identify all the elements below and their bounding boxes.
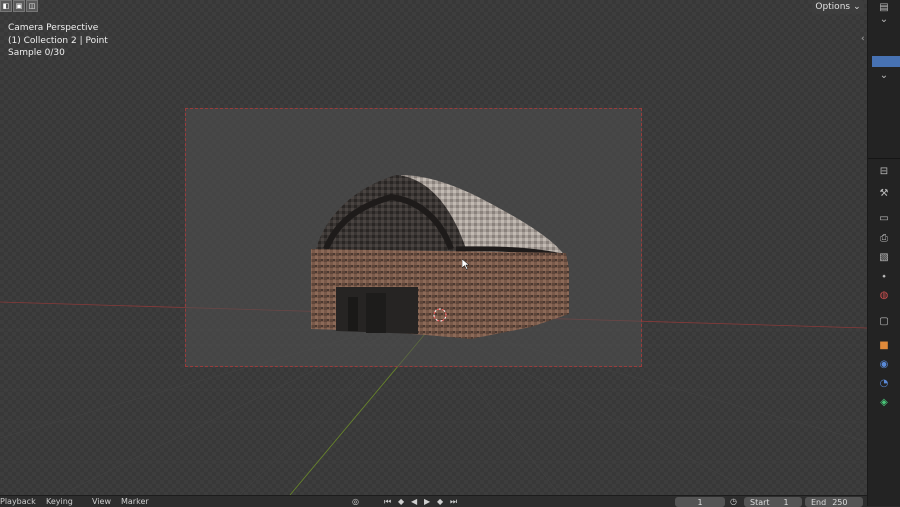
next-keyframe-icon[interactable]: ◆ (437, 497, 443, 506)
camera-frame (185, 108, 642, 367)
play-icon[interactable]: ▶ (424, 497, 430, 506)
current-frame-value: 1 (697, 497, 703, 507)
timeline-header: Playback Keying View Marker ◎ ⏮ ◆ ◀ ▶ ◆ … (0, 495, 867, 507)
mode-icon[interactable]: ◧ (0, 0, 12, 12)
viewport-info-overlay: Camera Perspective (1) Collection 2 | Po… (8, 22, 108, 60)
play-reverse-icon[interactable]: ◀ (411, 497, 417, 506)
start-value: 1 (783, 497, 789, 507)
scene-icon[interactable]: ⬩ (875, 269, 893, 283)
select-icon[interactable]: ▣ (13, 0, 25, 12)
end-label: End (811, 497, 827, 507)
menu-keying[interactable]: Keying (46, 497, 73, 506)
end-value: 250 (832, 497, 848, 507)
collection-text: (1) Collection 2 | Point (8, 35, 108, 46)
output-icon[interactable]: ⎙ (875, 231, 893, 245)
menu-playback[interactable]: Playback (0, 497, 36, 506)
prev-keyframe-icon[interactable]: ◆ (398, 497, 404, 506)
view-layer-icon[interactable]: ▧ (875, 250, 893, 264)
active-outliner-row[interactable] (872, 56, 900, 67)
3d-viewport[interactable]: ◧ ▣ ◫ Camera Perspective (1) Collection … (0, 0, 867, 495)
menu-marker[interactable]: Marker (121, 497, 149, 506)
rendered-barn (311, 175, 569, 339)
world-icon[interactable]: ◍ (875, 288, 893, 302)
modifier-icon[interactable]: ◉ (875, 357, 893, 371)
tool-icon[interactable]: ⚒ (875, 186, 893, 200)
record-icon[interactable]: ◎ (352, 497, 359, 506)
clock-icon[interactable]: ◷ (730, 497, 737, 506)
options-button[interactable]: Options ⌄ (812, 0, 864, 14)
physics-icon[interactable]: ◈ (875, 395, 893, 409)
properties-editor-icon[interactable]: ⊟ (875, 164, 893, 178)
menu-view[interactable]: View (92, 497, 111, 506)
options-label: Options (815, 2, 851, 12)
start-label: Start (750, 497, 770, 507)
view-mode-text: Camera Perspective (8, 23, 99, 33)
properties-panel: ▤ ⌄ ⌄ ⊟ ⚒ ▭ ⎙ ▧ ⬩ ◍ ▢ ■ ◉ ◔ ◈ (867, 0, 900, 506)
chevron-left-icon[interactable]: ‹ (861, 34, 865, 44)
particles-icon[interactable]: ◔ (875, 376, 893, 390)
object-icon[interactable]: ■ (875, 338, 893, 352)
overlay-icon[interactable]: ◫ (26, 0, 38, 12)
mouse-pointer-icon (462, 259, 470, 270)
3d-cursor[interactable] (431, 306, 449, 324)
collection-icon[interactable]: ▢ (875, 314, 893, 328)
chevron-down-icon[interactable]: ⌄ (875, 12, 893, 26)
chevron-down-icon: ⌄ (853, 2, 861, 12)
render-icon[interactable]: ▭ (875, 211, 893, 225)
chevron-down-icon[interactable]: ⌄ (875, 68, 893, 82)
sample-text: Sample 0/30 (8, 48, 65, 58)
